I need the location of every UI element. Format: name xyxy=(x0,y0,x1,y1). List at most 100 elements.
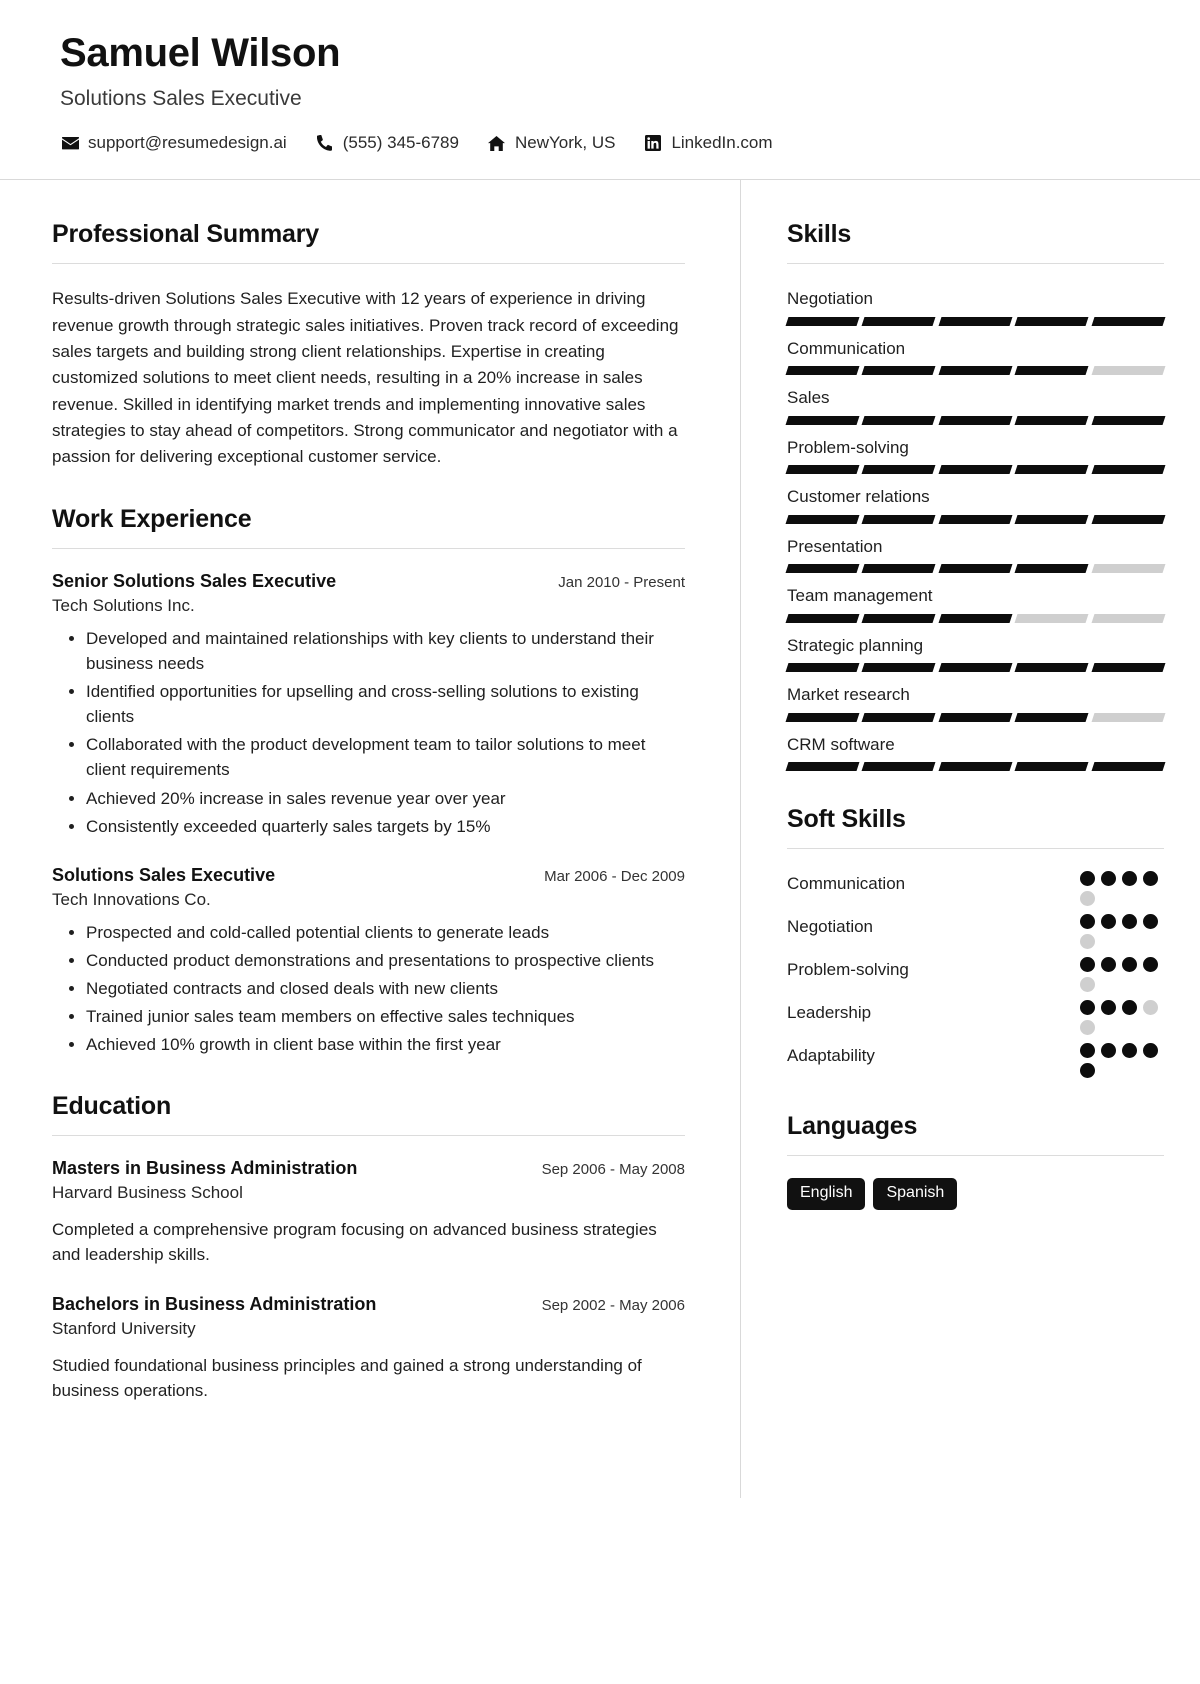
resume-header: Samuel Wilson Solutions Sales Executive … xyxy=(0,0,1200,181)
contact-location-text: NewYork, US xyxy=(514,133,616,153)
skill-item: Sales xyxy=(785,385,1166,425)
skill-level-bar xyxy=(785,663,1166,673)
rating-dot xyxy=(1101,1043,1116,1059)
section-title-languages: Languages xyxy=(787,1112,918,1141)
entry-header: Bachelors in Business Administration Sep … xyxy=(52,1294,685,1315)
skills-list: Negotiation Communication Sales Problem-sol… xyxy=(785,286,1166,772)
skill-bar-segment xyxy=(861,712,937,722)
skill-label: Market research xyxy=(787,685,910,705)
skill-bar-segment xyxy=(785,712,860,722)
skill-bar-segment xyxy=(1091,316,1166,326)
skill-level-bar xyxy=(785,762,1166,772)
entry-bullet: Developed and maintained relationships w… xyxy=(86,626,685,676)
resume-entry: Bachelors in Business Administration Sep … xyxy=(52,1294,685,1404)
skill-item: Negotiation xyxy=(785,286,1166,326)
entry-role: Masters in Business Administration xyxy=(52,1157,358,1178)
skill-bar-segment xyxy=(1014,316,1090,326)
soft-skill-item: Problem-solving xyxy=(787,957,1164,993)
contact-linkedin-text: LinkedIn.com xyxy=(671,133,773,153)
skill-label: CRM software xyxy=(787,734,895,754)
soft-skill-item: Communication xyxy=(787,871,1164,907)
rating-dot xyxy=(1080,891,1095,907)
skill-bar-segment xyxy=(938,712,1013,722)
job-title: Solutions Sales Executive xyxy=(60,87,302,110)
entry-bullet: Consistently exceeded quarterly sales ta… xyxy=(86,814,685,839)
entry-dates: Sep 2006 - May 2008 xyxy=(541,1160,685,1178)
entry-organization: Tech Innovations Co. xyxy=(52,889,211,909)
home-icon xyxy=(487,134,507,152)
rating-dot xyxy=(1122,957,1137,973)
skill-label: Presentation xyxy=(787,536,883,556)
sidebar-column: Skills Negotiation Communication Sales Prob… xyxy=(740,180,1200,1498)
rating-dot xyxy=(1101,1000,1116,1016)
contact-linkedin[interactable]: LinkedIn.com xyxy=(643,133,773,153)
skill-bar-segment xyxy=(785,514,860,524)
rating-dot xyxy=(1122,1043,1137,1059)
contact-location[interactable]: NewYork, US xyxy=(487,133,615,153)
envelope-icon xyxy=(60,134,80,152)
skill-bar-segment xyxy=(1091,762,1166,772)
section-divider xyxy=(52,1134,685,1136)
resume-body: Professional Summary Results-driven Solu… xyxy=(0,180,1200,1498)
soft-skill-item: Leadership xyxy=(787,1000,1164,1036)
entry-header: Senior Solutions Sales Executive Jan 2010… xyxy=(52,571,685,592)
entry-bullet: Identified opportunities for upselling a… xyxy=(86,679,685,729)
soft-skill-rating xyxy=(1080,871,1164,907)
section-divider xyxy=(787,1155,1164,1157)
entry-dates: Jan 2010 - Present xyxy=(558,573,685,591)
skill-item: Customer relations xyxy=(785,484,1166,524)
skill-level-bar xyxy=(785,465,1166,475)
rating-dot xyxy=(1080,1043,1095,1059)
phone-icon xyxy=(315,134,335,152)
section-work-experience: Work Experience Senior Solutions Sales E… xyxy=(52,505,685,1058)
skill-bar-segment xyxy=(938,366,1013,376)
skill-bar-segment xyxy=(861,514,937,524)
soft-skill-rating xyxy=(1080,1000,1164,1036)
skill-bar-segment xyxy=(1091,514,1166,524)
skill-bar-segment xyxy=(938,465,1013,475)
skill-bar-segment xyxy=(785,465,860,475)
entry-header: Masters in Business Administration Sep 20… xyxy=(52,1158,685,1179)
soft-skill-label: Negotiation xyxy=(787,917,874,937)
rating-dot xyxy=(1122,1000,1137,1016)
skill-bar-segment xyxy=(785,316,860,326)
resume-page: Samuel Wilson Solutions Sales Executive … xyxy=(0,0,1200,1684)
skill-item: Communication xyxy=(785,336,1166,376)
skill-bar-segment xyxy=(1014,415,1090,425)
entry-organization: Tech Solutions Inc. xyxy=(52,595,195,615)
resume-entry: Solutions Sales Executive Mar 2006 - Dec … xyxy=(52,865,685,1058)
skill-bar-segment xyxy=(938,415,1013,425)
skill-level-bar xyxy=(785,712,1166,722)
skill-item: Market research xyxy=(785,682,1166,722)
skill-bar-segment xyxy=(1091,663,1166,673)
entry-organization: Stanford University xyxy=(52,1318,196,1338)
contact-phone[interactable]: (555) 345-6789 xyxy=(315,133,459,153)
entry-bullet: Trained junior sales team members on eff… xyxy=(86,1004,685,1029)
skill-bar-segment xyxy=(938,514,1013,524)
skill-bar-segment xyxy=(1091,465,1166,475)
entry-header: Solutions Sales Executive Mar 2006 - Dec … xyxy=(52,865,685,886)
contact-email-text: support@resumedesign.ai xyxy=(88,133,287,153)
skill-bar-segment xyxy=(861,564,937,574)
entry-bullet: Prospected and cold-called potential cli… xyxy=(86,920,685,945)
section-divider xyxy=(787,263,1164,265)
language-chip: English xyxy=(787,1178,866,1210)
rating-dot xyxy=(1143,1000,1158,1016)
section-education: Education Masters in Business Administra… xyxy=(52,1092,685,1404)
rating-dot xyxy=(1143,957,1158,973)
skill-bar-segment xyxy=(1091,366,1166,376)
skill-bar-segment xyxy=(1014,712,1090,722)
contact-row: support@resumedesign.ai (555) 345-6789 N… xyxy=(60,133,1140,153)
rating-dot xyxy=(1101,957,1116,973)
rating-dot xyxy=(1080,1020,1095,1036)
soft-skill-label: Adaptability xyxy=(787,1046,875,1066)
skill-label: Strategic planning xyxy=(787,635,924,655)
skill-bar-segment xyxy=(861,663,937,673)
skill-bar-segment xyxy=(785,366,860,376)
skill-bar-segment xyxy=(861,465,937,475)
resume-entry: Senior Solutions Sales Executive Jan 2010… xyxy=(52,571,685,839)
skill-bar-segment xyxy=(861,415,937,425)
skill-label: Team management xyxy=(787,586,933,606)
contact-email[interactable]: support@resumedesign.ai xyxy=(60,133,287,153)
skill-bar-segment xyxy=(1014,663,1090,673)
